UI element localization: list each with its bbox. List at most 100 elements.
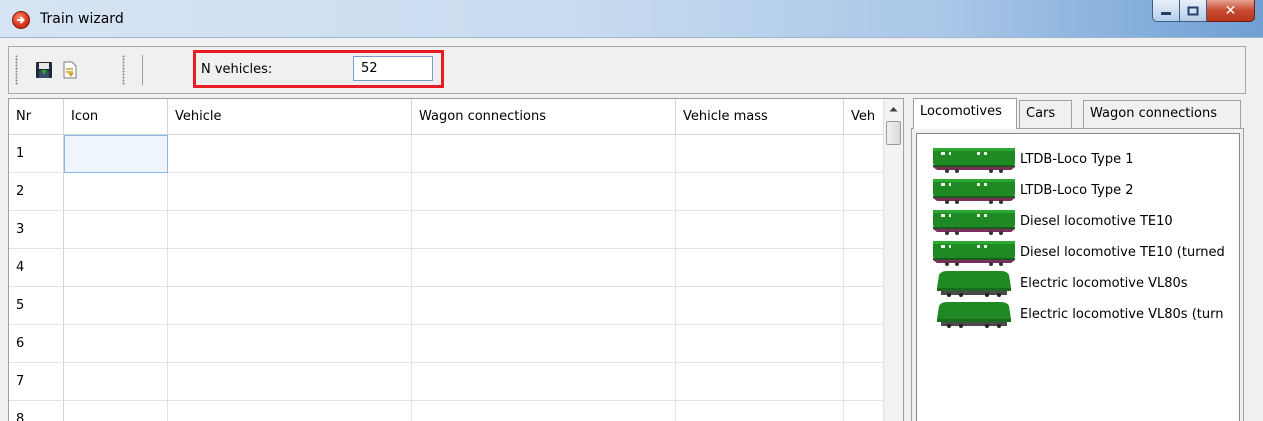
grid-cell[interactable] (412, 401, 676, 421)
grid-cell[interactable] (64, 135, 168, 173)
locomotive-list[interactable]: LTDB-Loco Type 1 LTDB-Loco Type 2 Diesel l… (916, 133, 1240, 421)
column-header-vehicle[interactable]: Vehicle (168, 99, 412, 135)
grid-cell[interactable] (168, 249, 412, 287)
title-bar: Train wizard ✕ (0, 0, 1263, 38)
grid-cell[interactable] (676, 325, 844, 363)
row-number-cell[interactable]: 3 (9, 211, 64, 249)
grid-cell[interactable] (412, 173, 676, 211)
column-header-vehicle-more[interactable]: Veh (844, 99, 885, 135)
maximize-button[interactable] (1180, 0, 1207, 22)
table-row[interactable]: 7 (9, 363, 885, 401)
row-number-cell[interactable]: 6 (9, 325, 64, 363)
grid-cell[interactable] (168, 325, 412, 363)
table-row[interactable]: 5 (9, 287, 885, 325)
electric-loco-icon (937, 302, 1011, 328)
grid-cell[interactable] (844, 173, 885, 211)
grid-cell[interactable] (844, 287, 885, 325)
load-file-icon (63, 61, 77, 79)
vehicle-grid[interactable]: Nr Icon Vehicle Wagon connections Vehicl… (8, 98, 904, 421)
grid-cell[interactable] (64, 173, 168, 211)
list-item[interactable]: Diesel locomotive TE10 (turned (931, 237, 1225, 267)
list-item[interactable]: LTDB-Loco Type 1 (931, 144, 1133, 174)
grid-cell[interactable] (168, 363, 412, 401)
grid-cell[interactable] (64, 325, 168, 363)
grid-cell[interactable] (64, 287, 168, 325)
grid-cell[interactable] (676, 173, 844, 211)
grid-cell[interactable] (676, 249, 844, 287)
grid-cell[interactable] (844, 135, 885, 173)
minimize-button[interactable] (1152, 0, 1180, 22)
tab-locomotives[interactable]: Locomotives (913, 98, 1017, 129)
grid-cell[interactable] (676, 211, 844, 249)
scroll-up-button[interactable] (884, 99, 903, 119)
grid-cell[interactable] (412, 249, 676, 287)
list-item-label: Diesel locomotive TE10 (1020, 213, 1173, 229)
grid-cell[interactable] (676, 287, 844, 325)
table-row[interactable]: 4 (9, 249, 885, 287)
grid-cell[interactable] (412, 363, 676, 401)
save-button[interactable] (34, 60, 54, 80)
grid-cell[interactable] (64, 363, 168, 401)
tab-content-locomotives: LTDB-Loco Type 1 LTDB-Loco Type 2 Diesel l… (911, 128, 1244, 421)
toolbar-grip[interactable] (15, 55, 18, 85)
grid-cell[interactable] (676, 363, 844, 401)
column-header-icon[interactable]: Icon (64, 99, 168, 135)
grid-cell[interactable] (64, 249, 168, 287)
vehicle-library-panel: Locomotives Cars Wagon connections LTDB-… (911, 98, 1244, 421)
grid-cell[interactable] (844, 211, 885, 249)
grid-cell[interactable] (844, 363, 885, 401)
grid-cell[interactable] (168, 173, 412, 211)
grid-cell[interactable] (412, 211, 676, 249)
table-row[interactable]: 8 (9, 401, 885, 421)
toolbar-grip-2[interactable] (122, 55, 125, 85)
grid-cell[interactable] (412, 135, 676, 173)
table-row[interactable]: 2 (9, 173, 885, 211)
grid-cell[interactable] (844, 325, 885, 363)
grid-cell[interactable] (412, 325, 676, 363)
grid-cell[interactable] (412, 287, 676, 325)
close-button[interactable]: ✕ (1207, 0, 1255, 22)
grid-cell[interactable] (64, 211, 168, 249)
tab-cars[interactable]: Cars (1019, 100, 1072, 128)
toolbar-separator (142, 55, 143, 85)
column-header-wagon-connections[interactable]: Wagon connections (412, 99, 676, 135)
close-icon: ✕ (1224, 2, 1237, 19)
row-number-cell[interactable]: 2 (9, 173, 64, 211)
grid-cell[interactable] (844, 249, 885, 287)
table-row[interactable]: 3 (9, 211, 885, 249)
minimize-icon (1161, 11, 1171, 15)
grid-cell[interactable] (844, 401, 885, 421)
maximize-icon (1187, 6, 1199, 15)
diesel-loco-icon (933, 148, 1015, 173)
grid-scrollbar[interactable] (883, 99, 903, 421)
list-item[interactable]: LTDB-Loco Type 2 (931, 175, 1133, 205)
grid-cell[interactable] (676, 401, 844, 421)
list-item[interactable]: Diesel locomotive TE10 (931, 206, 1173, 236)
grid-cell[interactable] (168, 401, 412, 421)
diesel-loco-icon (933, 179, 1015, 204)
grid-cell[interactable] (676, 135, 844, 173)
row-number-cell[interactable]: 8 (9, 401, 64, 421)
row-number-cell[interactable]: 1 (9, 135, 64, 173)
row-number-cell[interactable]: 7 (9, 363, 64, 401)
table-row[interactable]: 6 (9, 325, 885, 363)
row-number-cell[interactable]: 4 (9, 249, 64, 287)
column-header-nr[interactable]: Nr (9, 99, 64, 135)
list-item-label: LTDB-Loco Type 1 (1020, 151, 1134, 167)
column-header-vehicle-mass[interactable]: Vehicle mass (676, 99, 844, 135)
grid-cell[interactable] (168, 287, 412, 325)
table-row[interactable]: 1 (9, 135, 885, 173)
load-button[interactable] (60, 60, 80, 80)
list-item[interactable]: Electric locomotive VL80s (turn (931, 299, 1223, 329)
list-item-label: Diesel locomotive TE10 (turned (1020, 244, 1225, 260)
list-item-label: Electric locomotive VL80s (turn (1020, 306, 1224, 322)
scroll-thumb[interactable] (886, 121, 901, 145)
row-number-cell[interactable]: 5 (9, 287, 64, 325)
grid-cell[interactable] (168, 211, 412, 249)
window-controls: ✕ (1152, 0, 1255, 22)
grid-cell[interactable] (64, 401, 168, 421)
grid-cell[interactable] (168, 135, 412, 173)
list-item[interactable]: Electric locomotive VL80s (931, 268, 1188, 298)
window-title: Train wizard (40, 11, 124, 27)
tab-wagon-connections[interactable]: Wagon connections (1083, 100, 1241, 128)
